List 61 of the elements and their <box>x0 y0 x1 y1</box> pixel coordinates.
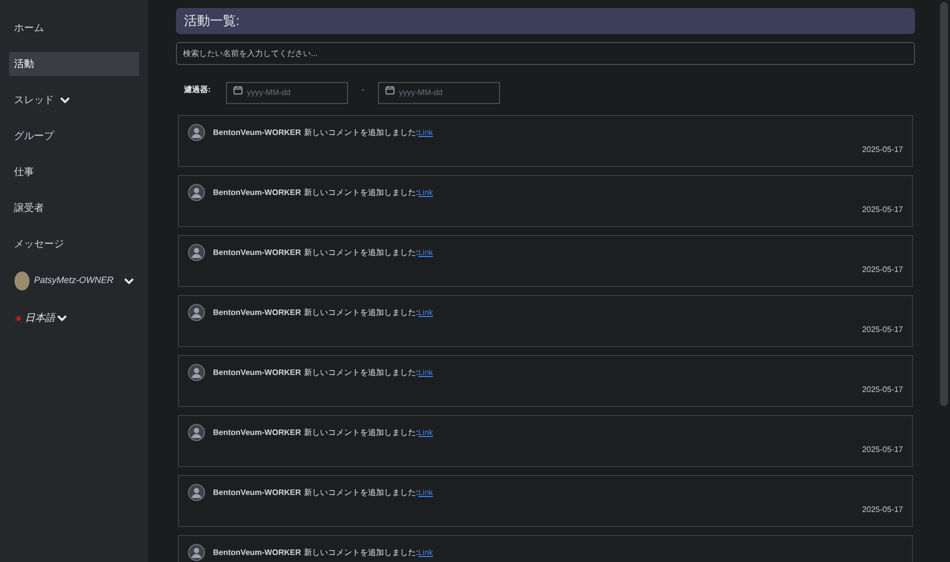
user-name: BentonVeum-WORKER <box>213 486 301 498</box>
activity-link[interactable]: Link <box>418 246 433 258</box>
user-menu[interactable]: PatsyMetz-OWNER <box>9 268 139 294</box>
sidebar-item[interactable]: ホーム <box>9 16 139 40</box>
chevron-down-icon <box>57 314 67 322</box>
activity-date: 2025-05-17 <box>862 204 903 216</box>
activity-date: 2025-05-17 <box>862 144 903 156</box>
activity-message: 新しいコメントを追加しました: <box>304 306 418 318</box>
chevron-down-icon <box>124 278 134 284</box>
activity-link[interactable]: Link <box>418 546 433 558</box>
activity-link[interactable]: Link <box>418 426 433 438</box>
scrollbar[interactable] <box>940 2 948 406</box>
sidebar-item[interactable]: 仕事 <box>9 160 139 184</box>
flag-icon <box>14 314 23 322</box>
sidebar-item[interactable]: グループ <box>9 124 139 148</box>
calendar-icon <box>233 85 243 95</box>
user-avatar-icon <box>188 304 205 321</box>
activity-date: 2025-05-17 <box>862 384 903 396</box>
search-field[interactable]: 検索したい名前を入力してください... <box>176 42 915 65</box>
user-avatar-icon <box>188 244 205 261</box>
user-avatar-icon <box>188 184 205 201</box>
user-name: BentonVeum-WORKER <box>213 126 301 138</box>
activity-link[interactable]: Link <box>418 486 433 498</box>
language-selector[interactable]: 日本語 <box>9 308 139 328</box>
page-header: 活動一覧: <box>176 8 915 34</box>
activity-date: 2025-05-17 <box>862 264 903 276</box>
filter-label: 濾過器: <box>184 84 212 96</box>
user-name: BentonVeum-WORKER <box>213 186 301 198</box>
user-name: BentonVeum-WORKER <box>213 246 301 258</box>
date-separator: - <box>360 84 366 96</box>
date-field[interactable]: yyyy-MM-dd <box>226 82 348 104</box>
user-avatar-icon <box>188 484 205 501</box>
user-avatar-icon <box>188 364 205 381</box>
activity-message: 新しいコメントを追加しました: <box>304 126 418 138</box>
sidebar-item[interactable]: 活動 <box>9 52 139 76</box>
activity-link[interactable]: Link <box>418 306 433 318</box>
calendar-icon <box>385 85 395 95</box>
sidebar-item[interactable]: スレッド <box>9 88 139 112</box>
date-field[interactable]: yyyy-MM-dd <box>378 82 500 104</box>
activity-message: 新しいコメントを追加しました: <box>304 546 418 558</box>
activity-message: 新しいコメントを追加しました: <box>304 426 418 438</box>
sidebar-item[interactable]: 譲受者 <box>9 196 139 220</box>
user-name: BentonVeum-WORKER <box>213 546 301 558</box>
activity-link[interactable]: Link <box>418 126 433 138</box>
sidebar-item[interactable]: メッセージ <box>9 232 139 256</box>
avatar-icon <box>14 271 30 291</box>
user-name: BentonVeum-WORKER <box>213 426 301 438</box>
activity-date: 2025-05-17 <box>862 504 903 516</box>
activity-date: 2025-05-17 <box>862 324 903 336</box>
user-avatar-icon <box>188 424 205 441</box>
activity-link[interactable]: Link <box>418 366 433 378</box>
activity-link[interactable]: Link <box>418 186 433 198</box>
activity-message: 新しいコメントを追加しました: <box>304 246 418 258</box>
user-name: BentonVeum-WORKER <box>213 366 301 378</box>
activity-date: 2025-05-17 <box>862 444 903 456</box>
user-name: BentonVeum-WORKER <box>213 306 301 318</box>
activity-message: 新しいコメントを追加しました: <box>304 486 418 498</box>
chevron-down-icon <box>60 96 70 104</box>
activity-message: 新しいコメントを追加しました: <box>304 366 418 378</box>
activity-message: 新しいコメントを追加しました: <box>304 186 418 198</box>
user-avatar-icon <box>188 124 205 141</box>
